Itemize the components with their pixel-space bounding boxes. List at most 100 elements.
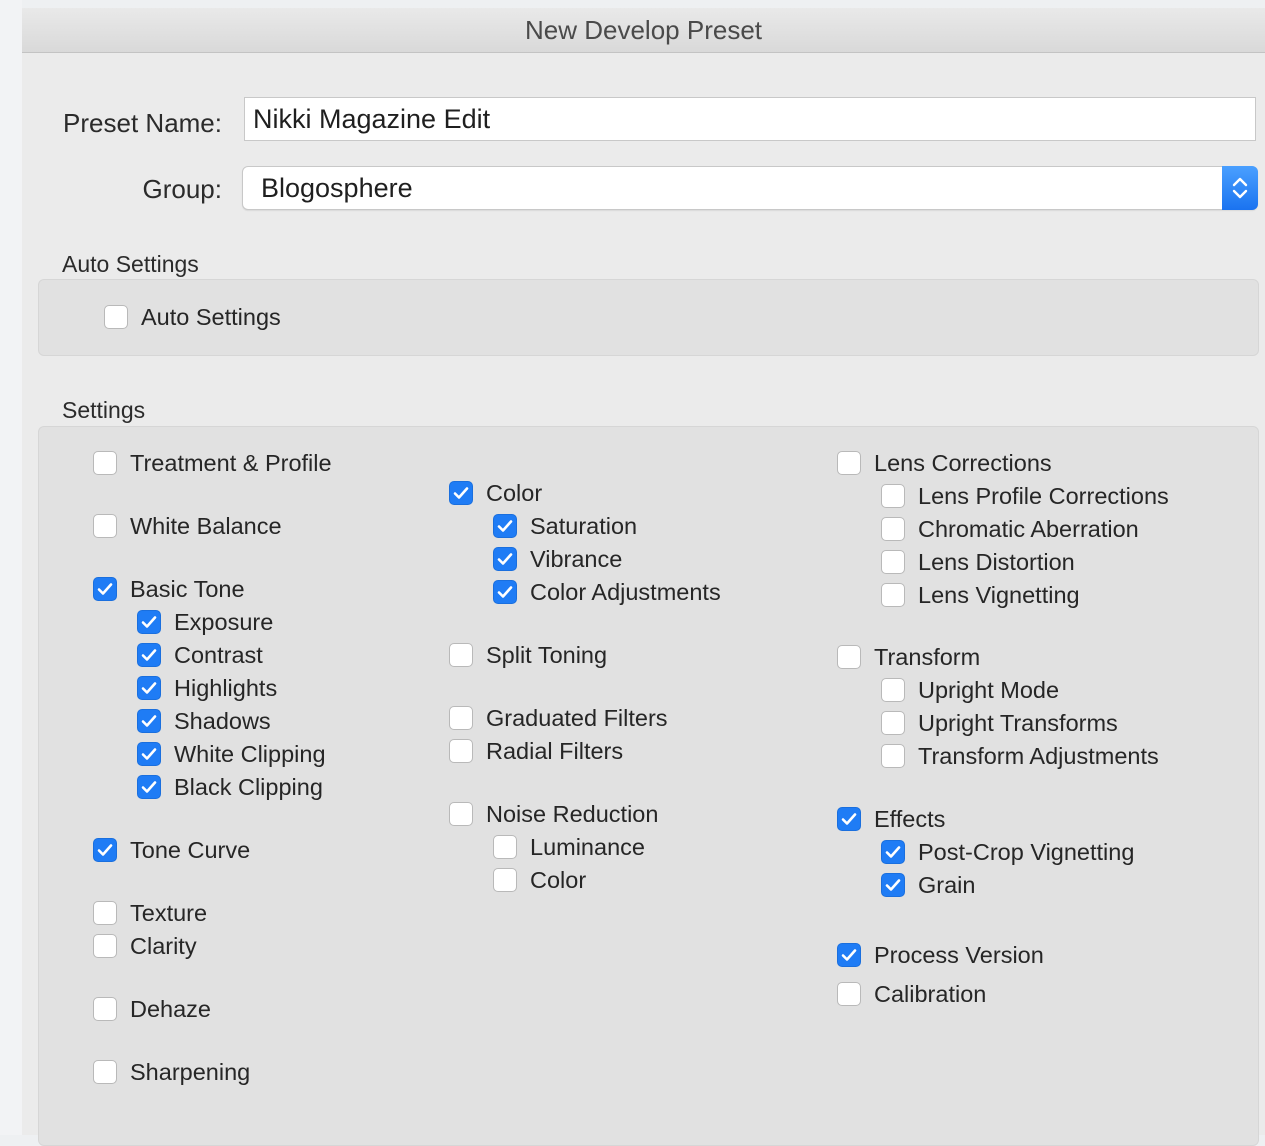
checkbox-saturation[interactable]: Saturation bbox=[493, 512, 637, 540]
settings-panel: Treatment & Profile White Balance Basic … bbox=[38, 426, 1259, 1146]
checkbox-label: Color bbox=[486, 479, 543, 506]
checkbox-icon[interactable] bbox=[881, 711, 905, 735]
checkbox-icon[interactable] bbox=[881, 744, 905, 768]
checkbox-icon[interactable] bbox=[137, 742, 161, 766]
checkbox-black-clipping[interactable]: Black Clipping bbox=[137, 773, 323, 801]
checkbox-icon[interactable] bbox=[493, 580, 517, 604]
checkbox-noise-color[interactable]: Color bbox=[493, 866, 586, 894]
checkbox-icon[interactable] bbox=[137, 709, 161, 733]
checkbox-label: Saturation bbox=[530, 512, 638, 539]
checkbox-color-adjustments[interactable]: Color Adjustments bbox=[493, 578, 721, 606]
checkbox-label: Treatment & Profile bbox=[130, 449, 332, 476]
checkbox-icon[interactable] bbox=[881, 484, 905, 508]
checkbox-icon[interactable] bbox=[837, 943, 861, 967]
checkbox-icon[interactable] bbox=[449, 739, 473, 763]
checkbox-icon[interactable] bbox=[449, 802, 473, 826]
checkbox-icon[interactable] bbox=[93, 451, 117, 475]
checkbox-chromatic-aberration[interactable]: Chromatic Aberration bbox=[881, 515, 1139, 543]
checkbox-color[interactable]: Color bbox=[449, 479, 542, 507]
checkbox-upright-mode[interactable]: Upright Mode bbox=[881, 676, 1059, 704]
checkbox-label: Vibrance bbox=[530, 545, 623, 572]
checkbox-icon[interactable] bbox=[837, 807, 861, 831]
auto-settings-checkbox[interactable]: Auto Settings bbox=[104, 303, 281, 331]
checkbox-texture[interactable]: Texture bbox=[93, 899, 207, 927]
checkbox-lens-profile-corrections[interactable]: Lens Profile Corrections bbox=[881, 482, 1169, 510]
checkbox-process-version[interactable]: Process Version bbox=[837, 941, 1044, 969]
checkbox-tone-curve[interactable]: Tone Curve bbox=[93, 836, 250, 864]
checkbox-noise-reduction[interactable]: Noise Reduction bbox=[449, 800, 658, 828]
checkbox-icon[interactable] bbox=[93, 997, 117, 1021]
checkbox-white-balance[interactable]: White Balance bbox=[93, 512, 282, 540]
checkbox-split-toning[interactable]: Split Toning bbox=[449, 641, 607, 669]
checkbox-white-clipping[interactable]: White Clipping bbox=[137, 740, 326, 768]
auto-settings-section-title: Auto Settings bbox=[62, 251, 199, 277]
checkbox-label: Luminance bbox=[530, 833, 645, 860]
checkbox-calibration[interactable]: Calibration bbox=[837, 980, 986, 1008]
checkbox-icon[interactable] bbox=[493, 835, 517, 859]
checkbox-icon[interactable] bbox=[93, 934, 117, 958]
group-select[interactable]: Blogosphere bbox=[242, 166, 1258, 210]
checkbox-label: Calibration bbox=[874, 980, 987, 1007]
checkbox-label: Chromatic Aberration bbox=[918, 515, 1139, 542]
checkbox-post-crop-vignetting[interactable]: Post-Crop Vignetting bbox=[881, 838, 1134, 866]
checkbox-icon[interactable] bbox=[104, 305, 128, 329]
checkbox-icon[interactable] bbox=[93, 514, 117, 538]
checkbox-label: Black Clipping bbox=[174, 773, 323, 800]
checkbox-label: Lens Vignetting bbox=[918, 581, 1080, 608]
checkbox-icon[interactable] bbox=[881, 517, 905, 541]
checkbox-lens-corrections[interactable]: Lens Corrections bbox=[837, 449, 1052, 477]
checkbox-icon[interactable] bbox=[449, 481, 473, 505]
checkbox-clarity[interactable]: Clarity bbox=[93, 932, 197, 960]
checkbox-upright-transforms[interactable]: Upright Transforms bbox=[881, 709, 1118, 737]
checkbox-label: Dehaze bbox=[130, 995, 211, 1022]
checkbox-icon[interactable] bbox=[93, 901, 117, 925]
checkbox-lens-distortion[interactable]: Lens Distortion bbox=[881, 548, 1075, 576]
checkbox-icon[interactable] bbox=[137, 676, 161, 700]
checkbox-icon[interactable] bbox=[449, 706, 473, 730]
checkbox-luminance[interactable]: Luminance bbox=[493, 833, 645, 861]
checkbox-vibrance[interactable]: Vibrance bbox=[493, 545, 622, 573]
checkbox-icon[interactable] bbox=[881, 840, 905, 864]
select-arrows-icon[interactable] bbox=[1222, 166, 1258, 210]
checkbox-label: Transform bbox=[874, 643, 981, 670]
checkbox-icon[interactable] bbox=[881, 678, 905, 702]
checkbox-label: Radial Filters bbox=[486, 737, 624, 764]
checkbox-icon[interactable] bbox=[881, 550, 905, 574]
checkbox-radial-filters[interactable]: Radial Filters bbox=[449, 737, 623, 765]
checkbox-icon[interactable] bbox=[493, 514, 517, 538]
checkbox-icon[interactable] bbox=[137, 775, 161, 799]
checkbox-shadows[interactable]: Shadows bbox=[137, 707, 271, 735]
checkbox-highlights[interactable]: Highlights bbox=[137, 674, 277, 702]
checkbox-icon[interactable] bbox=[837, 645, 861, 669]
new-develop-preset-dialog: New Develop Preset Preset Name: Group: B… bbox=[22, 8, 1265, 1146]
checkbox-icon[interactable] bbox=[93, 1060, 117, 1084]
checkbox-icon[interactable] bbox=[837, 982, 861, 1006]
checkbox-dehaze[interactable]: Dehaze bbox=[93, 995, 211, 1023]
checkbox-icon[interactable] bbox=[449, 643, 473, 667]
checkbox-label: Noise Reduction bbox=[486, 800, 659, 827]
checkbox-sharpening[interactable]: Sharpening bbox=[93, 1058, 250, 1086]
checkbox-icon[interactable] bbox=[493, 868, 517, 892]
checkbox-contrast[interactable]: Contrast bbox=[137, 641, 263, 669]
checkbox-icon[interactable] bbox=[93, 577, 117, 601]
checkbox-grain[interactable]: Grain bbox=[881, 871, 975, 899]
checkbox-icon[interactable] bbox=[137, 643, 161, 667]
checkbox-icon[interactable] bbox=[137, 610, 161, 634]
checkbox-graduated-filters[interactable]: Graduated Filters bbox=[449, 704, 668, 732]
checkbox-transform-adjustments[interactable]: Transform Adjustments bbox=[881, 742, 1159, 770]
checkbox-icon[interactable] bbox=[837, 451, 861, 475]
checkbox-treatment-profile[interactable]: Treatment & Profile bbox=[93, 449, 332, 477]
checkbox-icon[interactable] bbox=[493, 547, 517, 571]
checkbox-label: Shadows bbox=[174, 707, 271, 734]
checkbox-lens-vignetting[interactable]: Lens Vignetting bbox=[881, 581, 1080, 609]
checkbox-icon[interactable] bbox=[881, 873, 905, 897]
checkbox-label: Exposure bbox=[174, 608, 274, 635]
checkbox-transform[interactable]: Transform bbox=[837, 643, 980, 671]
checkbox-icon[interactable] bbox=[93, 838, 117, 862]
checkbox-effects[interactable]: Effects bbox=[837, 805, 945, 833]
checkbox-basic-tone[interactable]: Basic Tone bbox=[93, 575, 245, 603]
checkbox-label: Texture bbox=[130, 899, 208, 926]
checkbox-exposure[interactable]: Exposure bbox=[137, 608, 273, 636]
preset-name-input[interactable] bbox=[244, 97, 1256, 141]
checkbox-icon[interactable] bbox=[881, 583, 905, 607]
